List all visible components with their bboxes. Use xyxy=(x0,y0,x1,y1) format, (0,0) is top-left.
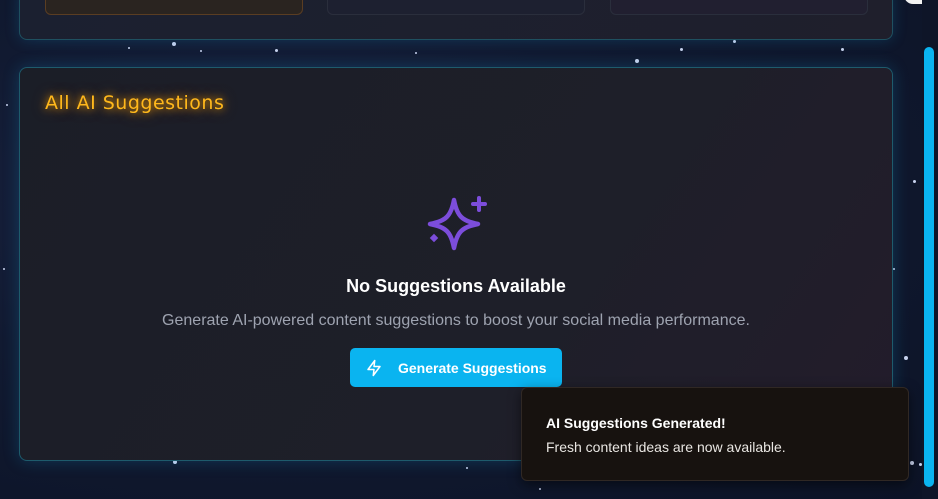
toast-notification[interactable]: AI Suggestions Generated! Fresh content … xyxy=(521,387,909,481)
zap-icon xyxy=(367,359,381,376)
empty-state-description: Generate AI-powered content suggestions … xyxy=(162,312,750,329)
panel-title: All AI Suggestions xyxy=(45,92,225,114)
stat-card[interactable] xyxy=(45,0,303,15)
stat-card[interactable] xyxy=(327,0,585,15)
generate-suggestions-button[interactable]: Generate Suggestions xyxy=(350,348,562,387)
generate-suggestions-label: Generate Suggestions xyxy=(398,359,547,376)
top-stats-panel xyxy=(19,0,893,40)
toast-description: Fresh content ideas are now available. xyxy=(546,439,786,455)
empty-state-title: No Suggestions Available xyxy=(346,276,566,296)
toast-title: AI Suggestions Generated! xyxy=(546,415,726,431)
sparkles-icon xyxy=(427,196,487,251)
scrollbar-thumb[interactable] xyxy=(924,47,934,487)
stat-card[interactable] xyxy=(610,0,868,15)
